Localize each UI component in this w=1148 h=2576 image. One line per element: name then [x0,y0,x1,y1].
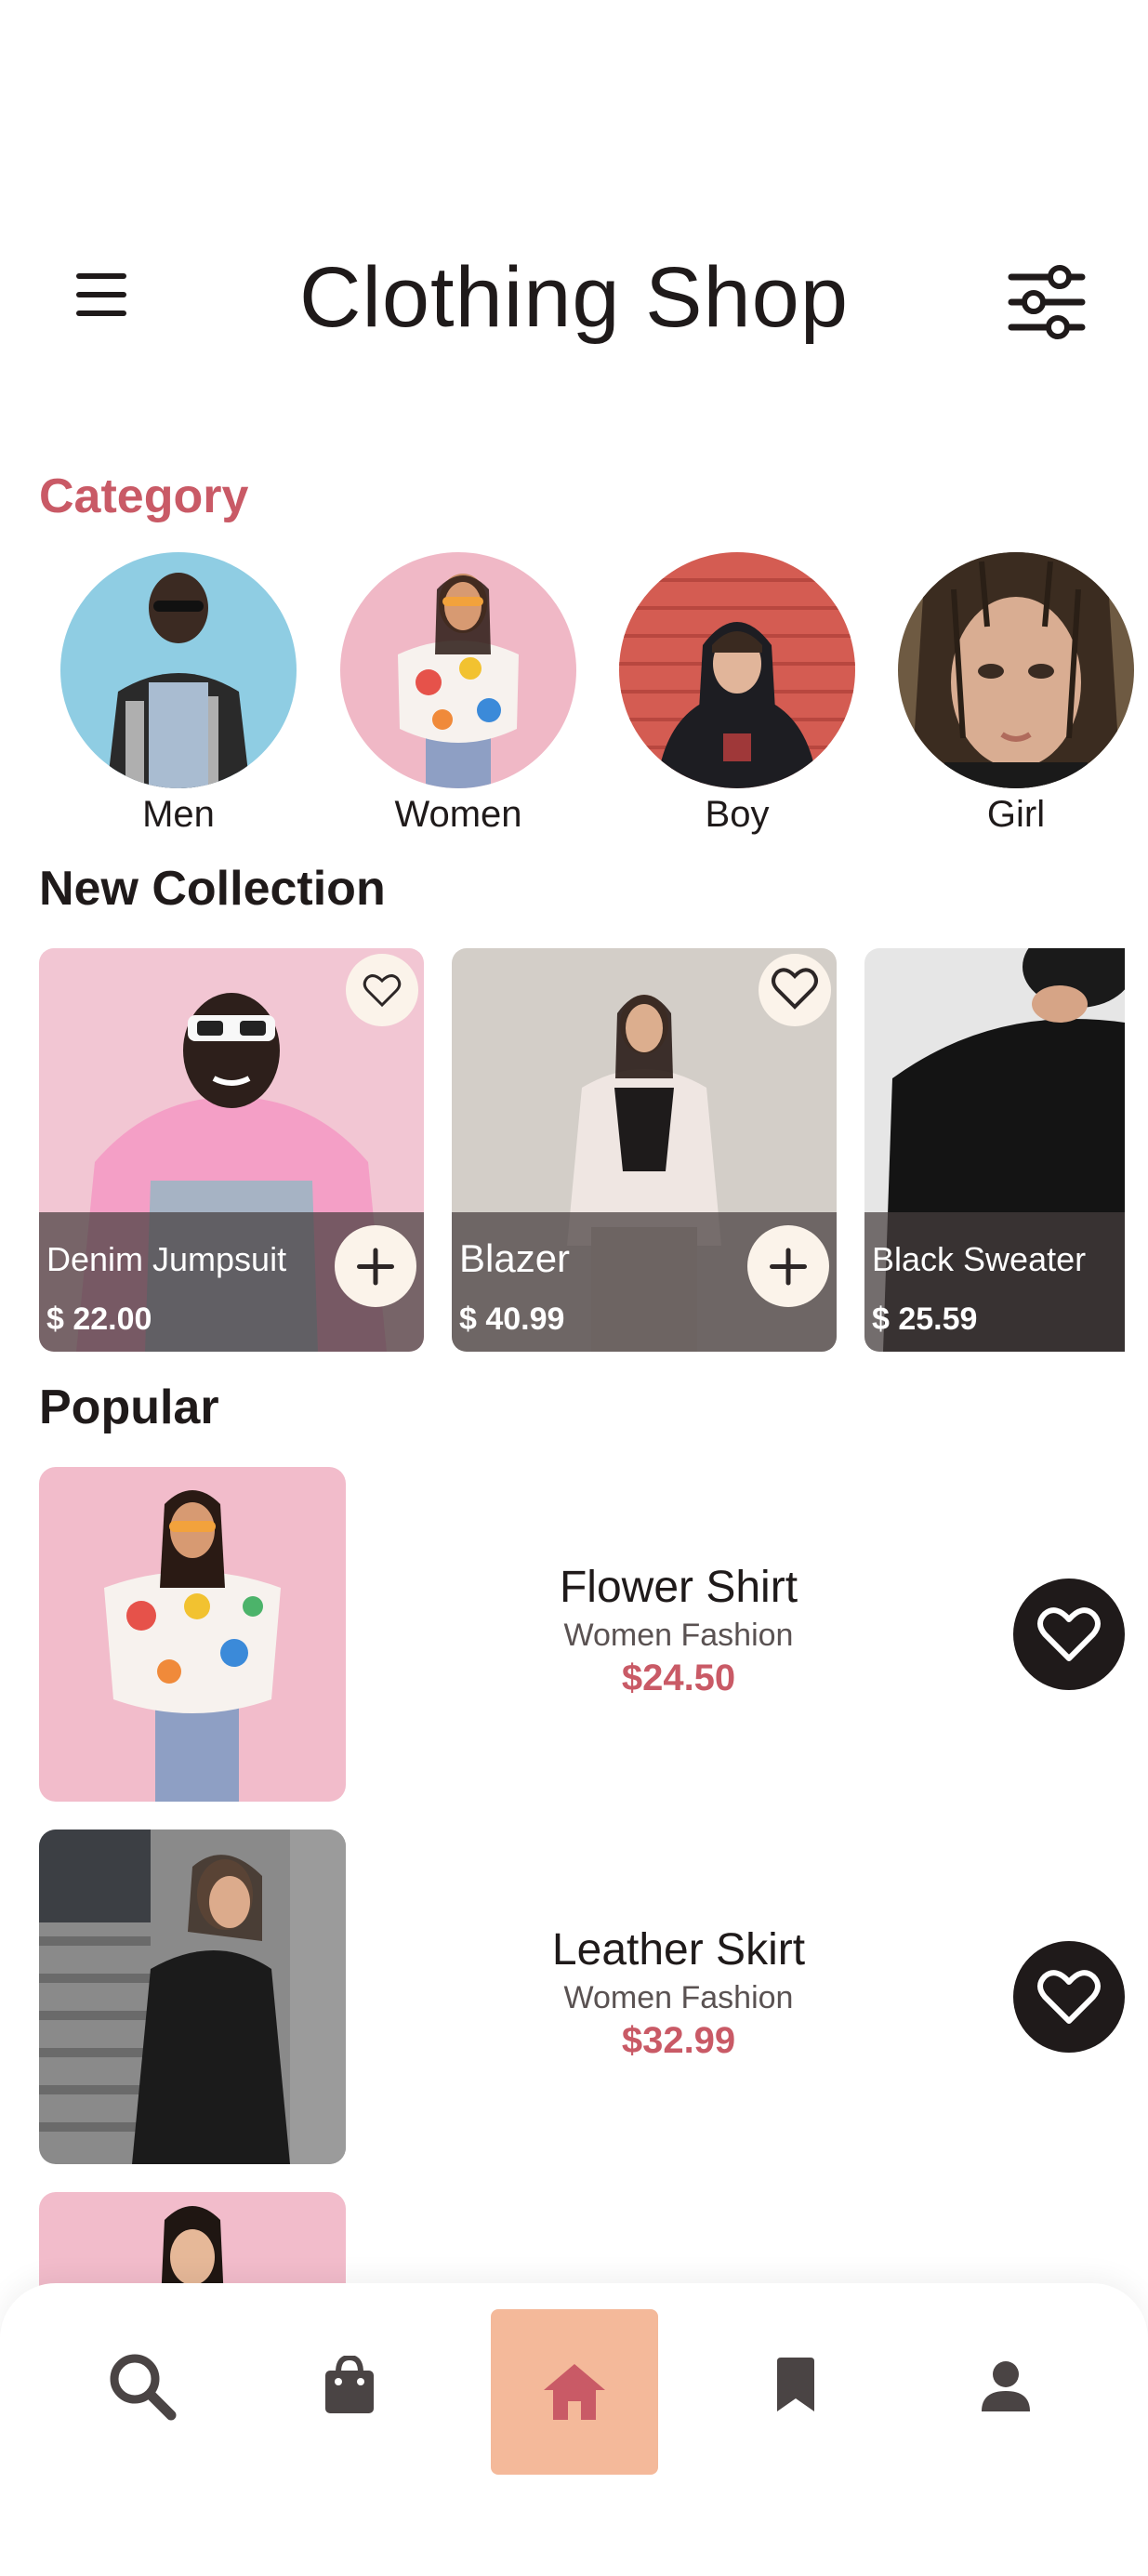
home-icon [544,2364,605,2420]
category-item-men[interactable]: Men [60,552,297,839]
nav-profile[interactable] [922,2320,1089,2451]
popular-item-leather-skirt[interactable]: Leather Skirt Women Fashion $32.99 [0,1830,1148,2164]
category-item-boy[interactable]: Boy [619,552,855,839]
category-image-girl [898,552,1134,788]
product-card-blazer[interactable]: Blazer $ 40.99 [452,948,837,1352]
card-info-overlay: Blazer $ 40.99 [452,1212,837,1352]
product-price: $24.50 [621,1658,736,1698]
product-image [39,1830,346,2164]
category-label: Men [142,794,215,835]
category-label: Boy [705,794,770,835]
heart-outline-icon [363,974,402,1008]
popular-item-info: Leather Skirt Women Fashion $32.99 [446,1922,911,2064]
add-to-cart-button[interactable] [335,1225,416,1307]
category-section-title: Category [39,469,249,523]
product-name: Blazer [459,1236,571,1280]
popular-item-flower-shirt[interactable]: Flower Shirt Women Fashion $24.50 [0,1467,1148,1802]
product-card-black-sweater[interactable]: Black Sweater $ 25.59 [864,948,1125,1352]
nav-search[interactable] [58,2320,225,2451]
sliders-filter-icon [1008,265,1086,339]
favorite-button[interactable] [1013,1941,1125,2053]
card-info-overlay: Black Sweater $ 25.59 [864,1212,1125,1352]
heart-outline-icon [772,968,818,1010]
card-info-overlay: Denim Jumpsuit $ 22.00 [39,1212,424,1352]
new-collection-section-title: New Collection [39,862,386,916]
product-name: Flower Shirt [559,1563,798,1612]
nav-shop[interactable] [266,2320,433,2451]
app-header: Clothing Shop [0,223,1148,363]
product-name: Leather Skirt [551,1925,806,1975]
category-item-women[interactable]: Women [340,552,576,839]
product-price: $ 25.59 [872,1301,978,1337]
heart-outline-icon [1037,1607,1101,1661]
search-icon [110,2354,177,2421]
add-to-cart-button[interactable] [747,1225,829,1307]
product-name: Denim Jumpsuit [46,1240,287,1278]
category-image-men [60,552,297,788]
heart-outline-icon [1037,1970,1101,2024]
nav-saved[interactable] [712,2320,879,2451]
bookmark-icon [777,2358,814,2411]
card-favorite-button[interactable] [759,954,831,1026]
nav-home[interactable] [491,2309,658,2475]
category-image-boy [619,552,855,788]
card-favorite-button[interactable] [346,954,418,1026]
category-image-women [340,552,576,788]
product-price: $ 40.99 [459,1301,565,1337]
page-title: Clothing Shop [299,250,849,345]
product-price: $ 22.00 [46,1301,152,1337]
popular-section-title: Popular [39,1380,219,1434]
favorite-button[interactable] [1013,1579,1125,1690]
product-price: $32.99 [621,2020,736,2061]
product-name: Black Sweater [872,1240,1087,1278]
product-category: Women Fashion [563,1618,794,1653]
category-label: Women [394,794,522,835]
category-label: Girl [986,794,1046,835]
bottom-navigation [0,2283,1148,2576]
shopping-bag-icon [325,2356,374,2413]
product-image [39,1467,346,1802]
category-list: Men Women Boy Girl [0,552,1148,842]
new-collection-list: Denim Jumpsuit $ 22.00 Blazer $ 40.99 Bl… [0,948,1125,1354]
category-item-girl[interactable]: Girl [898,552,1134,839]
profile-icon [982,2361,1030,2411]
filter-button[interactable] [1002,260,1091,344]
product-card-denim-jumpsuit[interactable]: Denim Jumpsuit $ 22.00 [39,948,424,1352]
popular-item-info: Flower Shirt Women Fashion $24.50 [446,1560,911,1701]
product-category: Women Fashion [563,1980,794,2015]
